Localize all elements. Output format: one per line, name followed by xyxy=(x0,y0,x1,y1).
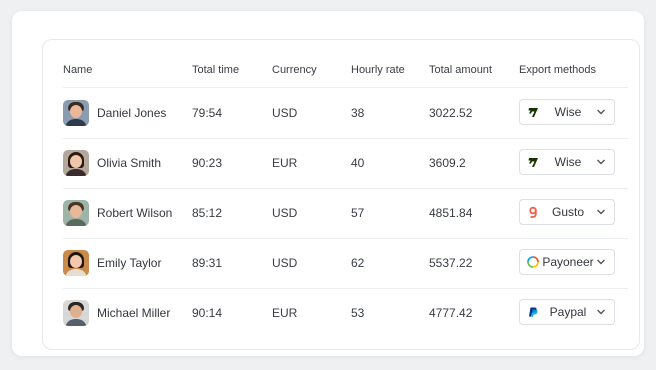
total-time: 85:12 xyxy=(192,206,223,220)
currency: USD xyxy=(272,106,298,120)
employee-name: Michael Miller xyxy=(97,306,171,320)
export-method-label: Paypal xyxy=(549,305,587,319)
header-name: Name xyxy=(63,64,93,76)
avatar xyxy=(63,250,89,276)
avatar xyxy=(63,300,89,326)
export-method-select[interactable]: Gusto xyxy=(519,199,615,225)
table-row: Daniel Jones 79:54 USD 38 3022.52 Wise xyxy=(63,88,628,139)
hourly-rate: 62 xyxy=(351,256,365,270)
table-row: Michael Miller 90:14 EUR 53 4777.42 Payp… xyxy=(63,288,628,338)
export-method-select[interactable]: Payoneer xyxy=(519,249,615,275)
avatar xyxy=(63,150,89,176)
chevron-down-icon xyxy=(597,159,605,165)
table-row: Emily Taylor 89:31 USD 62 5537.22 Payone… xyxy=(63,238,628,289)
hourly-rate: 40 xyxy=(351,156,365,170)
currency: USD xyxy=(272,256,298,270)
payroll-table: Name Total time Currency Hourly rate Tot… xyxy=(42,39,640,350)
total-time: 89:31 xyxy=(192,256,223,270)
table-header: Name Total time Currency Hourly rate Tot… xyxy=(63,40,628,88)
total-time: 90:23 xyxy=(192,156,223,170)
table-row: Olivia Smith 90:23 EUR 40 3609.2 Wise xyxy=(63,138,628,189)
hourly-rate: 53 xyxy=(351,306,365,320)
chevron-down-icon xyxy=(597,109,605,115)
export-method-select[interactable]: Wise xyxy=(519,99,615,125)
export-method-label: Gusto xyxy=(551,205,584,219)
hourly-rate: 38 xyxy=(351,106,365,120)
gusto-icon xyxy=(529,206,537,218)
export-method-label: Wise xyxy=(554,105,582,119)
header-currency: Currency xyxy=(272,64,317,76)
total-amount: 5537.22 xyxy=(429,256,473,270)
avatar xyxy=(63,100,89,126)
total-amount: 3022.52 xyxy=(429,106,473,120)
export-method-select[interactable]: Wise xyxy=(519,149,615,175)
header-total-amount: Total amount xyxy=(429,64,492,76)
wise-icon xyxy=(528,108,538,117)
avatar xyxy=(63,200,89,226)
chevron-down-icon xyxy=(597,259,605,265)
header-hourly-rate: Hourly rate xyxy=(351,64,405,76)
export-method-label: Payoneer xyxy=(542,255,594,269)
employee-name: Olivia Smith xyxy=(97,156,162,170)
export-method-label: Wise xyxy=(554,155,582,169)
export-method-select[interactable]: Paypal xyxy=(519,299,615,325)
currency: EUR xyxy=(272,306,298,320)
payoneer-icon xyxy=(527,256,539,268)
chevron-down-icon xyxy=(597,309,605,315)
chevron-down-icon xyxy=(597,209,605,215)
total-amount: 4851.84 xyxy=(429,206,473,220)
currency: EUR xyxy=(272,156,298,170)
page-container: Name Total time Currency Hourly rate Tot… xyxy=(12,11,644,356)
employee-name: Robert Wilson xyxy=(97,206,173,220)
employee-name: Emily Taylor xyxy=(97,256,162,270)
total-time: 79:54 xyxy=(192,106,223,120)
total-amount: 4777.42 xyxy=(429,306,473,320)
currency: USD xyxy=(272,206,298,220)
hourly-rate: 57 xyxy=(351,206,365,220)
total-time: 90:14 xyxy=(192,306,223,320)
employee-name: Daniel Jones xyxy=(97,106,167,120)
wise-icon xyxy=(528,158,538,167)
table-row: Robert Wilson 85:12 USD 57 4851.84 Gusto xyxy=(63,188,628,239)
paypal-icon xyxy=(529,307,538,317)
total-amount: 3609.2 xyxy=(429,156,466,170)
header-export-methods: Export methods xyxy=(519,64,597,76)
header-total-time: Total time xyxy=(192,64,240,76)
